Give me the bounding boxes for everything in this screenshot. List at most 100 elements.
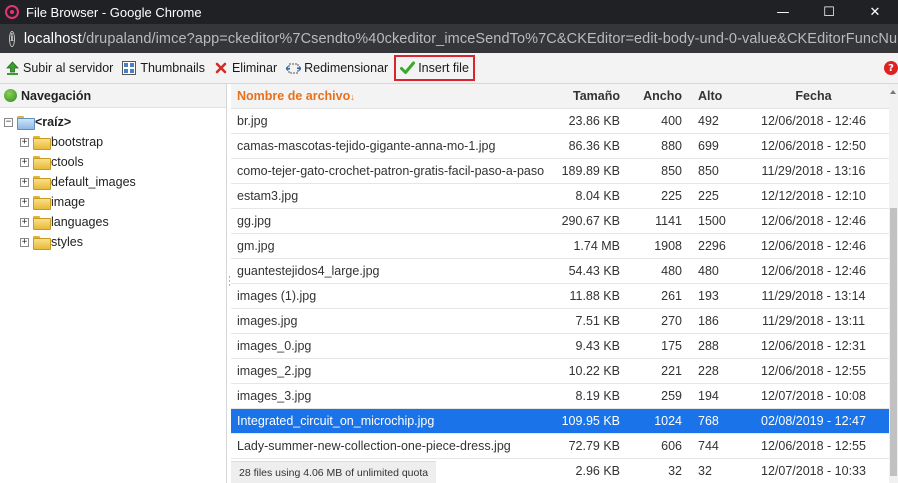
column-width[interactable]: Ancho [626,84,688,109]
scrollbar-thumb[interactable] [890,208,897,476]
file-width: 480 [626,258,688,284]
folder-label[interactable]: default_images [51,175,136,189]
file-list-scrollbar[interactable] [889,84,898,483]
url-path: /drupaland/imce?app=ckeditor%7Csendto%40… [81,30,898,47]
expand-icon[interactable]: + [20,237,29,247]
collapse-icon[interactable]: − [4,117,13,127]
expand-icon[interactable]: + [20,197,29,207]
column-size[interactable]: Tamaño [548,84,626,109]
file-name: camas-mascotas-tejido-gigante-anna-mo-1.… [231,133,548,159]
file-row[interactable]: Lady-summer-new-collection-one-piece-dre… [231,433,889,459]
folder-tree: − <raíz> + bootstrap + ctools + default_… [0,108,226,252]
file-row[interactable]: images (1).jpg 11.88 KB 261 193 11/29/2018 -… [231,283,889,309]
folder-icon [33,196,51,210]
file-size: 109.95 KB [548,408,626,434]
column-date[interactable]: Fecha [738,84,889,109]
file-name: gg.jpg [231,208,548,234]
file-row[interactable]: guantestejidos4_large.jpg 54.43 KB 480 480 1… [231,258,889,284]
folder-label[interactable]: image [51,195,85,209]
file-height: 744 [688,433,738,459]
tree-folder-languages[interactable]: + languages [0,212,226,232]
file-height: 194 [688,383,738,409]
expand-icon[interactable]: + [20,157,29,167]
navigation-panel: Navegación − <raíz> + bootstrap + ctools… [0,84,227,483]
insert-file-button[interactable]: Insert file [394,55,475,81]
file-row[interactable]: images_2.jpg 10.22 KB 221 228 12/06/2018 - 1… [231,358,889,384]
file-size: 54.43 KB [548,258,626,284]
url-text[interactable]: localhost/drupaland/imce?app=ckeditor%7C… [24,31,898,47]
file-height: 225 [688,183,738,209]
tree-root-label[interactable]: <raíz> [35,115,71,129]
file-size: 8.19 KB [548,383,626,409]
file-row[interactable]: camas-mascotas-tejido-gigante-anna-mo-1.… [231,133,889,159]
file-date: 11/29/2018 - 13:11 [738,308,889,334]
file-row[interactable]: como-tejer-gato-crochet-patron-gratis-fa… [231,158,889,184]
resize-label: Redimensionar [304,61,389,75]
file-row[interactable]: estam3.jpg 8.04 KB 225 225 12/12/2018 - 12:1… [231,183,889,209]
minimize-button[interactable]: — [760,0,806,24]
expand-icon[interactable]: + [20,177,29,187]
file-size: 2.96 KB [548,458,626,483]
file-row[interactable]: images_0.jpg 9.43 KB 175 288 12/06/2018 - 12… [231,333,889,359]
address-bar[interactable]: i localhost/drupaland/imce?app=ckeditor%… [0,24,898,53]
tree-folder-bootstrap[interactable]: + bootstrap [0,132,226,152]
file-name: images_0.jpg [231,333,548,359]
file-size: 290.67 KB [548,208,626,234]
thumbnails-button[interactable]: Thumbnails [117,55,209,81]
close-button[interactable]: ✕ [852,0,898,24]
scroll-up-icon[interactable] [889,88,898,96]
file-date: 12/07/2018 - 10:08 [738,383,889,409]
folder-icon [33,176,51,190]
file-width: 259 [626,383,688,409]
resize-icon [285,60,301,76]
file-size: 23.86 KB [548,108,626,134]
file-row[interactable]: images_3.jpg 8.19 KB 259 194 12/07/2018 - 10… [231,383,889,409]
folder-label[interactable]: languages [51,215,109,229]
tree-folder-default-images[interactable]: + default_images [0,172,226,192]
file-row[interactable]: br.jpg 23.86 KB 400 492 12/06/2018 - 12:46 [231,108,889,134]
file-date: 12/06/2018 - 12:55 [738,433,889,459]
file-row[interactable]: gg.jpg 290.67 KB 1141 1500 12/06/2018 - 12:4… [231,208,889,234]
folder-label[interactable]: bootstrap [51,135,103,149]
tree-root[interactable]: − <raíz> [0,112,226,132]
file-size: 7.51 KB [548,308,626,334]
file-name: images.jpg [231,308,548,334]
tree-folder-image[interactable]: + image [0,192,226,212]
file-date: 12/06/2018 - 12:46 [738,258,889,284]
file-date: 11/29/2018 - 13:16 [738,158,889,184]
file-width: 221 [626,358,688,384]
column-height[interactable]: Alto [688,84,738,109]
upload-icon [4,60,20,76]
file-name: Lady-summer-new-collection-one-piece-dre… [231,433,548,459]
file-row[interactable]: gm.jpg 1.74 MB 1908 2296 12/06/2018 - 12:46 [231,233,889,259]
file-width: 175 [626,333,688,359]
delete-button[interactable]: Eliminar [209,55,281,81]
window-titlebar: File Browser - Google Chrome — ☐ ✕ [0,0,898,24]
resize-button[interactable]: Redimensionar [281,55,392,81]
column-name[interactable]: Nombre de archivo↓ [231,84,548,109]
tree-folder-ctools[interactable]: + ctools [0,152,226,172]
expand-icon[interactable]: + [20,217,29,227]
file-size: 72.79 KB [548,433,626,459]
file-row[interactable]: images.jpg 7.51 KB 270 186 11/29/2018 - 13:1… [231,308,889,334]
file-name: br.jpg [231,108,548,134]
file-size: 189.89 KB [548,158,626,184]
imce-toolbar: Subir al servidor Thumbnails Eliminar Re… [0,53,898,84]
file-size: 9.43 KB [548,333,626,359]
folder-open-icon [17,116,35,130]
file-date: 12/12/2018 - 12:10 [738,183,889,209]
folder-label[interactable]: styles [51,235,83,249]
file-row[interactable]: Integrated_circuit_on_microchip.jpg 109.9… [231,408,889,434]
tree-folder-styles[interactable]: + styles [0,232,226,252]
column-name-label: Nombre de archivo [237,88,351,103]
upload-button[interactable]: Subir al servidor [0,55,117,81]
window-title: File Browser - Google Chrome [26,4,202,20]
folder-label[interactable]: ctools [51,155,84,169]
file-table-header: Nombre de archivo↓ Tamaño Ancho Alto Fec… [231,84,889,109]
help-icon[interactable]: ? [884,61,898,75]
expand-icon[interactable]: + [20,137,29,147]
info-icon[interactable]: i [9,30,15,47]
maximize-button[interactable]: ☐ [806,0,852,24]
app-icon [5,5,19,19]
quota-status: 28 files using 4.06 MB of unlimited quot… [231,461,437,483]
